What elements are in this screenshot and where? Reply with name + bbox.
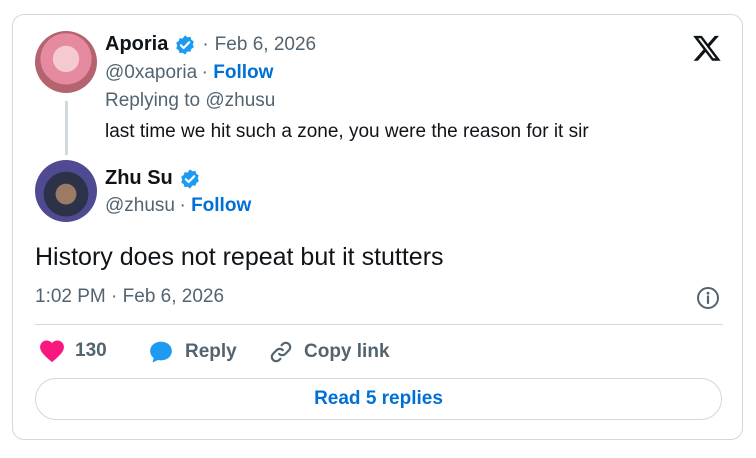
replying-to-line: Replying to @zhusu: [105, 90, 275, 112]
replying-to-handle[interactable]: @zhusu: [205, 90, 275, 111]
author-handle[interactable]: @0xaporia: [105, 62, 197, 83]
follow-button[interactable]: Follow: [191, 195, 251, 216]
author-handle[interactable]: @zhusu: [105, 195, 175, 216]
reply-tweet-text: last time we hit such a zone, you were t…: [105, 121, 589, 142]
copy-link-action[interactable]: Copy link: [268, 339, 390, 365]
author-name[interactable]: Zhu Su: [105, 167, 173, 190]
heart-icon: [40, 340, 64, 363]
avatar-zhu-su[interactable]: [35, 160, 97, 222]
zhusu-header: Zhu Su: [105, 167, 201, 190]
tweet-date[interactable]: Feb 6, 2026: [215, 34, 316, 56]
divider: [35, 324, 723, 325]
aporia-handle-row: @0xaporia · Follow: [105, 62, 273, 84]
copy-link-label: Copy link: [304, 341, 390, 362]
tweet-text: History does not repeat but it stutters: [35, 243, 444, 271]
dot-separator: ·: [202, 33, 209, 55]
follow-button[interactable]: Follow: [213, 62, 273, 83]
verified-badge-icon: [180, 168, 199, 189]
dot-separator: ·: [201, 62, 214, 83]
zhusu-handle-row: @zhusu · Follow: [105, 195, 251, 217]
like-count: 130: [75, 340, 107, 361]
replying-to-prefix: Replying to: [105, 90, 201, 111]
x-logo-icon[interactable]: [692, 33, 722, 63]
author-name[interactable]: Aporia: [105, 33, 168, 56]
like-action[interactable]: 130: [39, 339, 107, 363]
link-icon: [270, 341, 292, 363]
avatar-aporia[interactable]: [35, 31, 97, 93]
verified-badge-icon: [176, 34, 195, 55]
tweet-timestamp[interactable]: 1:02 PM · Feb 6, 2026: [35, 286, 224, 308]
dot-separator: ·: [179, 195, 192, 216]
info-icon[interactable]: [696, 286, 720, 310]
reply-action[interactable]: Reply: [147, 339, 237, 365]
reply-bubble-icon: [150, 341, 172, 363]
read-replies-label: Read 5 replies: [314, 388, 443, 409]
aporia-header: Aporia · Feb 6, 2026: [105, 33, 316, 56]
embedded-tweet-card: Aporia · Feb 6, 2026 @0xaporia · Follow …: [12, 14, 743, 440]
reply-label: Reply: [185, 341, 237, 362]
read-replies-button[interactable]: Read 5 replies: [35, 378, 722, 420]
thread-connector-line: [65, 101, 68, 155]
